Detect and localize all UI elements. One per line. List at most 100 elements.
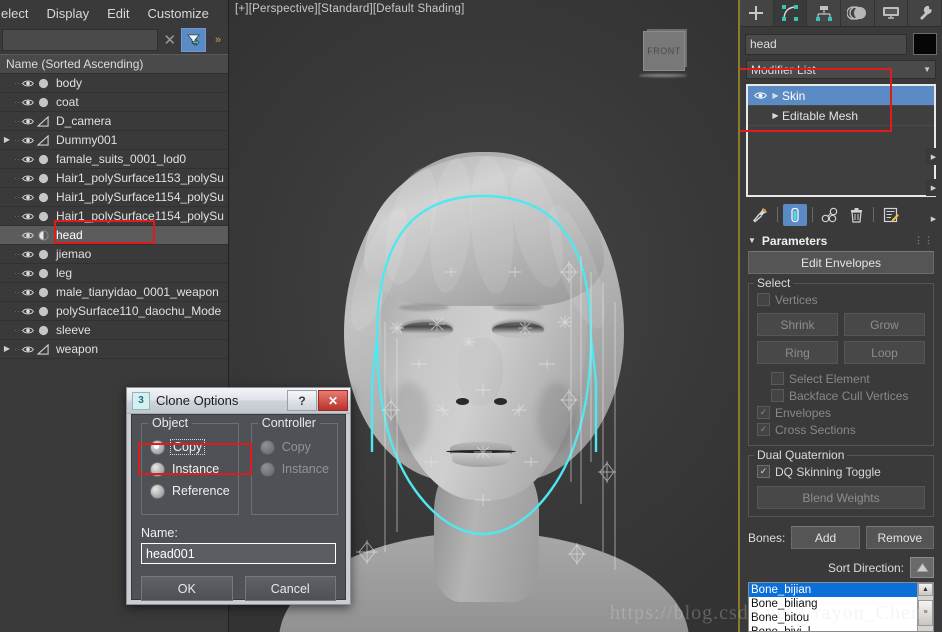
side-rollout-2[interactable]: ▶ [926,179,941,196]
close-icon[interactable]: ✕ [161,30,178,50]
explorer-row[interactable]: ⋯ Hair1_polySurface1153_polySu [0,169,228,188]
eye-icon[interactable] [20,288,35,297]
clone-options-dialog[interactable]: 3 Clone Options ? ✕ Object Copy Instance [126,387,351,605]
geometry-icon[interactable] [35,325,51,336]
explorer-column-header[interactable]: Name (Sorted Ascending) [0,54,228,74]
expand-triangle-icon[interactable]: ▶ [0,345,14,353]
checkbox-icon[interactable] [771,389,784,402]
bone-list-item[interactable]: Bone_biyi_l [749,625,917,631]
tab-utilities[interactable] [908,0,942,26]
eye-icon[interactable] [20,155,35,164]
configure-sets-icon[interactable] [879,204,903,226]
search-input[interactable] [2,29,159,51]
eye-icon[interactable] [20,231,35,240]
eye-icon[interactable] [20,345,35,354]
geometry-icon[interactable] [35,211,51,222]
eye-icon[interactable] [20,193,35,202]
explorer-row[interactable]: ⋯ head [0,226,228,245]
expand-triangle-icon[interactable]: ▶ [769,111,782,120]
eye-icon[interactable] [20,98,35,107]
explorer-row[interactable]: ⋯ jiemao [0,245,228,264]
geometry-icon[interactable] [35,287,51,298]
radio-icon[interactable] [150,439,165,455]
expand-triangle-icon[interactable]: ▶ [769,91,782,100]
grow-button[interactable]: Grow [844,313,925,336]
eye-icon[interactable] [20,307,35,316]
pin-stack-icon[interactable] [748,204,772,226]
chevron-double-right-icon[interactable]: » [209,34,226,46]
explorer-row[interactable]: ⋯ body [0,74,228,93]
show-end-result-icon[interactable] [783,203,807,226]
funnel-icon[interactable] [181,28,206,52]
vertices-checkbox-row[interactable]: Vertices [757,291,925,308]
eye-icon[interactable] [20,136,35,145]
menu-item-customize[interactable]: Customize [139,3,218,24]
checkbox-icon[interactable]: ✓ [757,423,770,436]
explorer-row[interactable]: ⋯ male_tianyidao_0001_weapon [0,283,228,302]
menu-item-select[interactable]: elect [0,3,37,24]
checkbox-icon[interactable]: ✓ [757,465,770,478]
explorer-row[interactable]: ⋯ Hair1_polySurface1154_polySu [0,188,228,207]
edit-envelopes-button[interactable]: Edit Envelopes [748,251,934,274]
object-color-swatch[interactable] [913,33,937,55]
eye-icon[interactable] [20,212,35,221]
viewport-label[interactable]: [+][Perspective][Standard][Default Shadi… [235,3,464,15]
menu-item-edit[interactable]: Edit [98,3,138,24]
bone-list-item[interactable]: Bone_biliang [749,597,917,611]
tab-display[interactable] [875,0,909,26]
menu-item-display[interactable]: Display [37,3,98,24]
dq-skinning-toggle-row[interactable]: ✓ DQ Skinning Toggle [757,463,925,480]
side-rollout-1[interactable]: ▶ [926,148,941,165]
eye-icon[interactable] [751,91,769,100]
geometry-icon[interactable] [35,154,51,165]
tab-modify[interactable] [773,0,808,26]
geometry-icon[interactable] [35,173,51,184]
explorer-row[interactable]: ⋯ sleeve [0,321,228,340]
modifier-stack-item-skin[interactable]: ▶ Skin [748,86,934,107]
side-rollout-3[interactable]: ▶ [926,210,941,227]
make-unique-icon[interactable] [818,204,842,226]
remove-modifier-icon[interactable] [844,204,868,226]
tab-motion[interactable] [841,0,875,26]
arrow-up-icon[interactable] [910,557,934,578]
explorer-row[interactable]: ▶ ⋯ weapon [0,340,228,359]
tab-create[interactable] [740,0,774,26]
explorer-row[interactable]: ▶ ⋯ Dummy001 [0,131,228,150]
backface-cull-checkbox-row[interactable]: Backface Cull Vertices [757,387,925,404]
explorer-row[interactable]: ⋯ polySurface110_daochu_Mode [0,302,228,321]
tab-hierarchy[interactable] [807,0,842,26]
bone-list-item[interactable]: Bone_bijian [749,583,917,597]
radio-icon[interactable] [150,461,165,477]
clone-name-input[interactable] [141,543,336,564]
checkbox-icon[interactable] [771,372,784,385]
eye-icon[interactable] [20,79,35,88]
explorer-row[interactable]: ⋯ famale_suits_0001_lod0 [0,150,228,169]
object-name-input[interactable] [745,33,908,55]
radio-copy-object[interactable]: Copy [150,436,230,458]
select-element-checkbox-row[interactable]: Select Element [757,370,925,387]
help-button[interactable]: ? [287,390,317,411]
eye-icon[interactable] [20,326,35,335]
scroll-up-icon[interactable]: ▲ [918,583,933,596]
cancel-button[interactable]: Cancel [244,576,336,601]
geometry-icon[interactable] [35,78,51,89]
bone-list-items[interactable]: Bone_bijianBone_biliangBone_bitouBone_bi… [749,583,917,631]
explorer-row[interactable]: ⋯ D_camera [0,112,228,131]
expand-triangle-icon[interactable]: ▶ [0,136,14,144]
cross-sections-checkbox-row[interactable]: ✓ Cross Sections [757,421,925,438]
eye-icon[interactable] [20,269,35,278]
radio-instance-object[interactable]: Instance [150,458,230,480]
scrollbar-thumb[interactable]: ≡ [918,600,933,626]
modifier-stack-item-editable-mesh[interactable]: ▶ Editable Mesh [748,106,934,127]
eye-icon[interactable] [20,174,35,183]
dialog-title-bar[interactable]: 3 Clone Options ? ✕ [127,388,350,414]
camera-icon[interactable] [35,115,51,127]
view-cube[interactable]: FRONT [639,31,687,77]
explorer-row[interactable]: ⋯ Hair1_polySurface1154_polySu [0,207,228,226]
modifier-stack[interactable]: ▶ Skin ▶ Editable Mesh [746,84,936,197]
modifier-list-dropdown[interactable]: Modifier List ▼ [746,60,936,80]
camera-icon[interactable] [35,134,51,146]
envelopes-checkbox-row[interactable]: ✓ Envelopes [757,404,925,421]
add-bone-button[interactable]: Add [791,526,860,549]
checkbox-icon[interactable]: ✓ [757,406,770,419]
